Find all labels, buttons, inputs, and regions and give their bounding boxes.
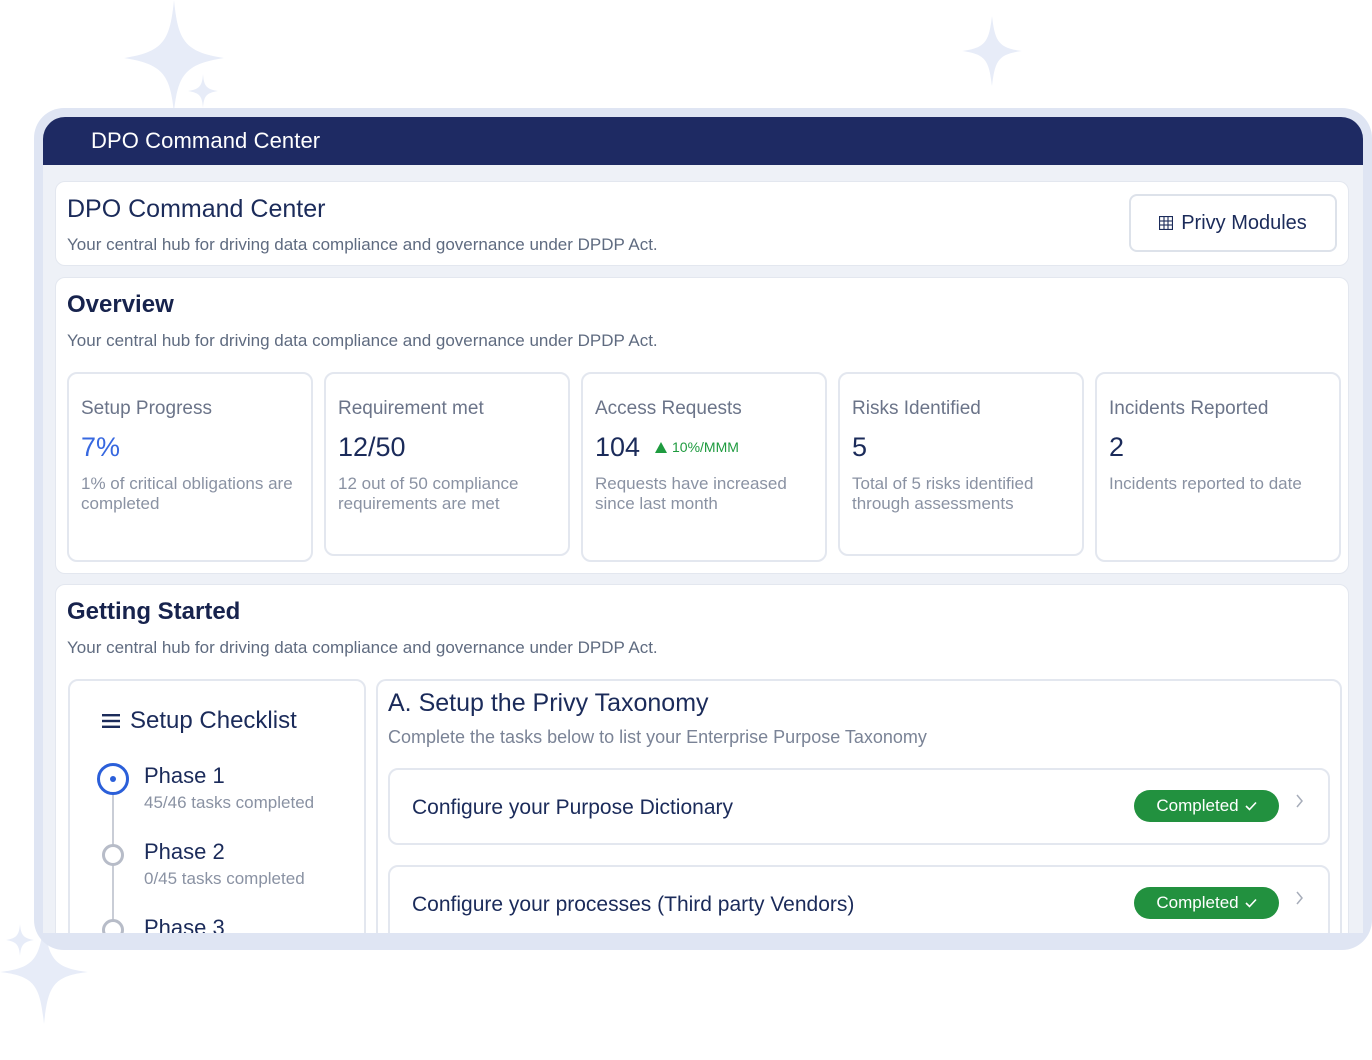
check-icon [1245,801,1257,811]
check-icon [1245,898,1257,908]
phase-2-indicator[interactable] [102,844,124,866]
privy-modules-button[interactable]: Privy Modules [1129,194,1337,252]
sparkle-icon [962,16,1022,86]
window-title: DPO Command Center [91,128,321,153]
phase-3-indicator[interactable] [102,919,124,933]
phase-2-status: 0/45 tasks completed [144,869,305,888]
phase-2-name[interactable]: Phase 2 [144,839,225,865]
grid-icon [1159,216,1174,230]
phase-3-name[interactable]: Phase 3 [144,915,225,933]
task-processes-third-party[interactable]: Configure your processes (Third party Ve… [388,865,1330,933]
status-label: Completed [1156,796,1239,815]
page-title: DPO Command Center [67,195,326,223]
menu-icon [102,714,120,728]
stat-card-access-requests[interactable]: Access Requests 104 10%/MMM Requests hav… [581,372,827,562]
trend-up-icon [655,441,667,453]
overview-title: Overview [67,291,174,318]
device-frame: DPO Command Center DPO Command Center Yo… [34,108,1372,950]
phase-1-indicator[interactable] [97,763,129,795]
stat-description: Total of 5 risks identified through asse… [852,474,1034,513]
getting-started-section: Getting Started Your central hub for dri… [55,584,1349,933]
stat-description: 1% of critical obligations are completed [81,474,293,513]
status-label: Completed [1156,893,1239,912]
taxonomy-title: A. Setup the Privy Taxonomy [388,689,709,717]
stat-card-incidents-reported[interactable]: Incidents Reported 2 Incidents reported … [1095,372,1341,562]
title-bar: DPO Command Center [43,117,1363,165]
status-badge: Completed [1134,887,1279,919]
phase-1-name[interactable]: Phase 1 [144,763,225,789]
trend-value: 10%/MMM [672,439,739,455]
stat-card-risks-identified[interactable]: Risks Identified 5 Total of 5 risks iden… [838,372,1084,556]
getting-started-title: Getting Started [67,598,241,625]
stat-description: 12 out of 50 compliance requirements are… [338,474,519,513]
trend-indicator: 10%/MMM [655,439,739,455]
stat-value: 104 [595,432,641,462]
stat-label: Access Requests [595,398,742,419]
sparkle-icon [6,924,34,956]
stat-value: 5 [852,432,868,462]
privy-modules-label: Privy Modules [1181,211,1307,234]
sparkle-icon [188,74,218,108]
stat-value: 2 [1109,432,1125,462]
taxonomy-subtitle: Complete the tasks below to list your En… [388,727,927,747]
app-window: DPO Command Center DPO Command Center Yo… [43,117,1363,933]
task-label: Configure your Purpose Dictionary [412,796,733,819]
setup-checklist: Setup Checklist Phase 1 45/46 tasks comp… [68,679,366,933]
stat-label: Setup Progress [81,398,212,419]
stat-description: Incidents reported to date [1109,474,1302,493]
stat-label: Incidents Reported [1109,398,1269,419]
stat-card-requirement-met[interactable]: Requirement met 12/50 12 out of 50 compl… [324,372,570,556]
stat-value: 12/50 [338,432,406,462]
phase-1-status: 45/46 tasks completed [144,793,315,812]
checklist-title: Setup Checklist [130,707,297,734]
task-purpose-dictionary[interactable]: Configure your Purpose Dictionary Comple… [388,768,1330,845]
overview-subtitle: Your central hub for driving data compli… [67,331,658,350]
chevron-right-icon[interactable] [1296,891,1304,905]
page-subtitle: Your central hub for driving data compli… [67,235,658,254]
stat-card-setup-progress[interactable]: Setup Progress 7% 1% of critical obligat… [67,372,313,562]
taxonomy-panel: A. Setup the Privy Taxonomy Complete the… [376,679,1342,933]
stat-label: Risks Identified [852,398,981,419]
stat-label: Requirement met [338,398,484,419]
overview-section: Overview Your central hub for driving da… [55,277,1349,574]
task-label: Configure your processes (Third party Ve… [412,893,855,916]
checklist-header: Setup Checklist [102,707,297,735]
stat-description: Requests have increased since last month [595,474,787,513]
page-header: DPO Command Center Your central hub for … [55,181,1349,266]
status-badge: Completed [1134,790,1279,822]
stat-value: 7% [81,432,121,462]
chevron-right-icon[interactable] [1296,794,1304,808]
getting-started-subtitle: Your central hub for driving data compli… [67,638,658,657]
